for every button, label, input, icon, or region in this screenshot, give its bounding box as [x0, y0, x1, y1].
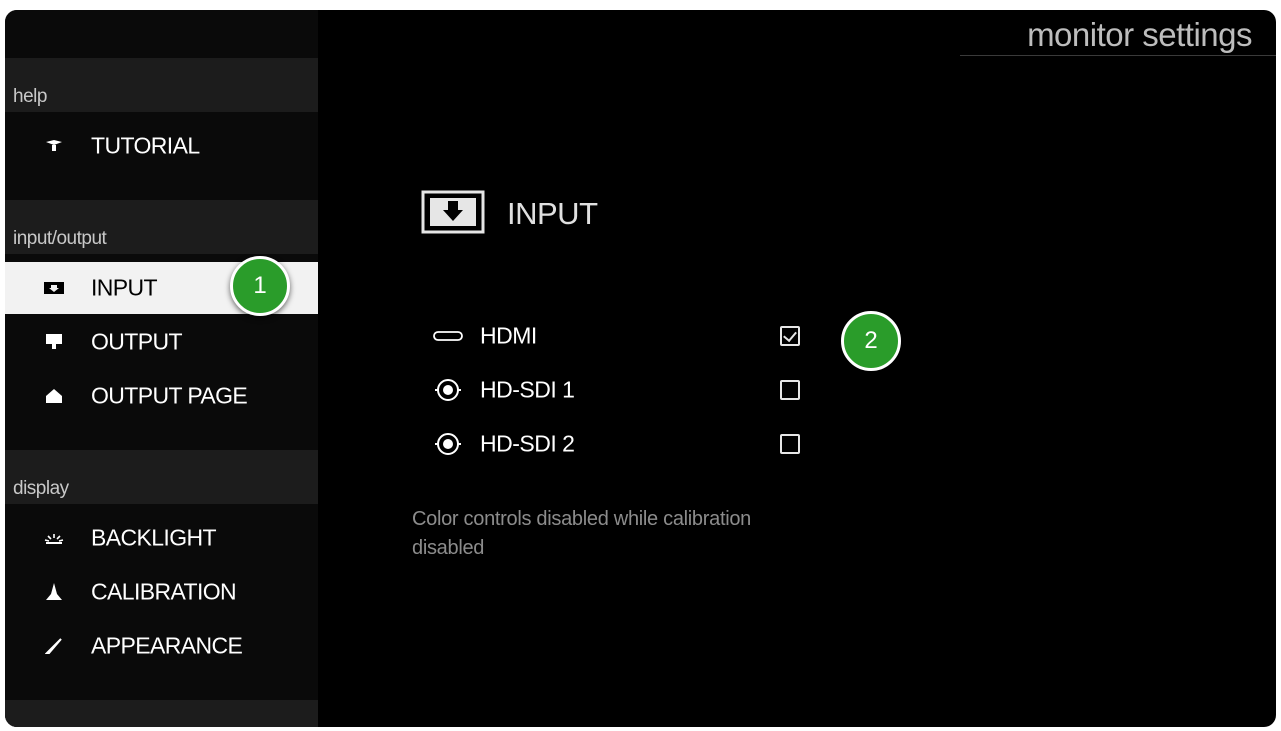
sidebar-item-label: OUTPUT [91, 328, 183, 355]
sidebar-item-label: INPUT [91, 274, 158, 301]
section-header-label: input/output [13, 228, 107, 249]
section-header-help: help [5, 58, 318, 112]
sidebar: help TUTORIAL input/output INPUT OUTPUT [5, 10, 318, 727]
sidebar-scroll-strip[interactable] [5, 700, 318, 727]
input-icon [41, 277, 67, 299]
appearance-icon [41, 635, 67, 657]
input-row-hd-sdi-1[interactable]: HD-SDI 1 [425, 370, 845, 410]
sidebar-item-label: BACKLIGHT [91, 524, 217, 551]
input-label: HD-SDI 2 [480, 430, 575, 457]
annotation-badge-2: 2 [841, 311, 901, 371]
sidebar-item-tutorial[interactable]: TUTORIAL [5, 120, 318, 172]
input-row-hdmi[interactable]: HDMI [425, 316, 845, 356]
panel-title: INPUT [507, 196, 598, 231]
sidebar-item-appearance[interactable]: APPEARANCE [5, 620, 318, 672]
section-header-label: display [13, 478, 69, 499]
title-divider [960, 55, 1276, 56]
calibration-icon [41, 581, 67, 603]
backlight-icon [41, 527, 67, 549]
annotation-badge-1: 1 [230, 256, 290, 316]
section-header-input-output: input/output [5, 200, 318, 254]
hdmi-port-icon [431, 323, 465, 349]
input-row-hd-sdi-2[interactable]: HD-SDI 2 [425, 424, 845, 464]
monitor-settings-screen: help TUTORIAL input/output INPUT OUTPUT [5, 10, 1276, 727]
sidebar-item-label: APPEARANCE [91, 632, 243, 659]
app-title: monitor settings [1027, 16, 1252, 53]
output-icon [41, 331, 67, 353]
hd-sdi-2-checkbox[interactable] [780, 434, 800, 454]
sidebar-item-label: OUTPUT PAGE [91, 382, 248, 409]
sdi-port-icon [431, 377, 465, 403]
sidebar-item-backlight[interactable]: BACKLIGHT [5, 512, 318, 564]
sidebar-item-output[interactable]: OUTPUT [5, 316, 318, 368]
sdi-port-icon [431, 431, 465, 457]
input-panel-icon [421, 190, 485, 239]
hd-sdi-1-checkbox[interactable] [780, 380, 800, 400]
sidebar-item-output-page[interactable]: OUTPUT PAGE [5, 370, 318, 422]
sidebar-item-calibration[interactable]: CALIBRATION [5, 566, 318, 618]
hdmi-checkbox[interactable] [780, 326, 800, 346]
section-header-label: help [13, 86, 47, 107]
input-label: HDMI [480, 322, 537, 349]
section-header-display: display [5, 450, 318, 504]
sidebar-item-label: TUTORIAL [91, 132, 200, 159]
sidebar-item-label: CALIBRATION [91, 578, 237, 605]
input-label: HD-SDI 1 [480, 376, 575, 403]
tutorial-icon [41, 135, 67, 157]
output-page-icon [41, 385, 67, 407]
calibration-note: Color controls disabled while calibratio… [412, 508, 751, 559]
